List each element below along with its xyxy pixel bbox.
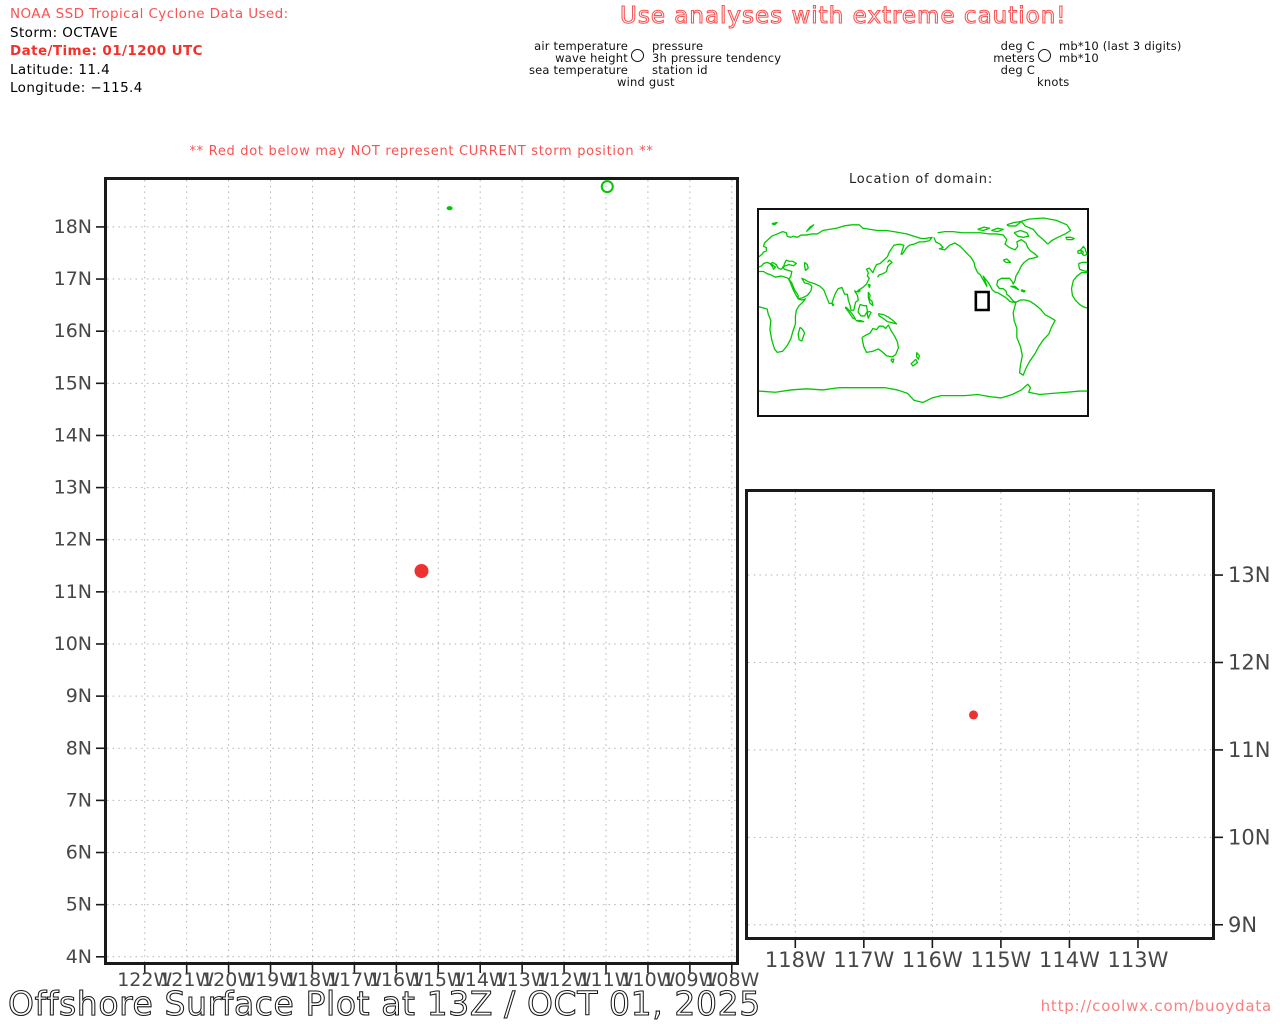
coastline (917, 352, 920, 359)
coastline (858, 290, 860, 292)
x-tick-label: 117W (833, 948, 894, 972)
info-storm: Storm: OCTAVE (10, 24, 119, 41)
legend-wind-units: knots (1037, 75, 1070, 89)
y-tick-label: 17N (54, 268, 92, 290)
coastline (1021, 218, 1070, 244)
coastline (991, 228, 1003, 231)
domain-box (976, 292, 989, 310)
island-marker (446, 206, 453, 211)
coastline (759, 225, 932, 310)
location-map-title: Location of domain: (848, 172, 994, 187)
y-tick-label: 10N (54, 633, 92, 655)
coastline (877, 260, 892, 277)
y-tick-label: 12N (1228, 650, 1270, 674)
storm-info-block: NOAA SSD Tropical Cyclone Data Used: Sto… (10, 5, 289, 98)
island-outline (600, 180, 614, 194)
coastline (759, 272, 805, 353)
location-map (757, 208, 1089, 417)
y-tick-label: 15N (54, 372, 92, 394)
storm-position-warning: ** Red dot below may NOT represent CURRE… (189, 144, 654, 159)
footer-title: Offshore Surface Plot at 13Z / OCT 01, 2… (7, 983, 760, 1023)
coastline (806, 225, 813, 232)
y-tick-label: 11N (54, 581, 92, 603)
station-circle-icon (1038, 49, 1051, 62)
y-tick-label: 8N (66, 737, 92, 759)
info-datetime: Date/Time: 01/1200 UTC (10, 43, 203, 60)
legend-tendency-units: mb*10 (1059, 51, 1099, 65)
x-tick-label: 116W (902, 948, 963, 972)
coastline (1078, 250, 1082, 253)
storm-dot (414, 564, 429, 578)
coastline (1003, 259, 1010, 262)
coastline (832, 303, 834, 305)
coastline (798, 327, 804, 341)
coastline (1013, 300, 1055, 375)
storm-dot (968, 710, 978, 720)
coastline (1079, 262, 1087, 271)
coastline (862, 325, 898, 357)
x-tick-label: 113W (1108, 948, 1169, 972)
y-tick-label: 9N (1228, 913, 1257, 937)
coastline (1014, 231, 1029, 238)
coastline (1007, 221, 1022, 226)
y-tick-label: 9N (66, 685, 92, 707)
coastline (868, 284, 870, 287)
buoy-plot-page: NOAA SSD Tropical Cyclone Data Used: Sto… (0, 0, 1280, 1024)
x-tick-label: 118W (765, 948, 826, 972)
y-tick-label: 12N (54, 529, 92, 551)
coastline (759, 384, 1087, 402)
caution-headline: Use analyses with extreme caution! (619, 2, 1067, 29)
coastline (1066, 237, 1074, 239)
info-latitude: Latitude: 11.4 (10, 61, 111, 78)
plot-border (745, 489, 1215, 940)
y-tick-label: 4N (66, 946, 92, 968)
coastline (867, 311, 871, 318)
x-tick-label: 115W (970, 948, 1031, 972)
coastline (868, 292, 873, 306)
coastline (911, 359, 917, 366)
buoydata-url-link[interactable]: http://coolwx.com/buoydata (1041, 997, 1272, 1015)
x-tick-label: 114W (1039, 948, 1100, 972)
y-tick-label: 14N (54, 424, 92, 446)
coastline (805, 262, 809, 270)
y-tick-label: 5N (66, 894, 92, 916)
legend-sea-temperature: sea temperature (528, 63, 628, 77)
station-circle-icon (631, 49, 644, 62)
y-tick-label: 11N (1228, 738, 1270, 762)
coastline (1010, 286, 1018, 289)
coastline (856, 320, 864, 321)
coastline (978, 227, 990, 230)
footer-title-text: Offshore Surface Plot at 13Z / OCT 01, 2… (8, 984, 761, 1023)
y-tick-label: 10N (1228, 825, 1270, 849)
y-tick-label: 13N (1228, 563, 1270, 587)
y-tick-label: 6N (66, 842, 92, 864)
main-surface-plot: 122W121W120W119W118W117W116W115W114W113W… (54, 177, 760, 991)
info-title: NOAA SSD Tropical Cyclone Data Used: (10, 6, 289, 22)
coastline (1072, 273, 1087, 308)
coastline (1021, 290, 1025, 292)
coastline (858, 305, 867, 316)
y-tick-label: 18N (54, 216, 92, 238)
coastline (772, 223, 777, 225)
zoom-surface-plot: 118W 117W 116W 115W 114W 113W 9N 10N 11N 12N 13N (745, 489, 1270, 972)
legend-sea-units: deg C (1000, 63, 1035, 77)
y-tick-label: 13N (54, 477, 92, 499)
caution-headline-text: Use analyses with extreme caution! (620, 3, 1067, 29)
y-tick-label: 16N (54, 320, 92, 342)
coastline (891, 359, 894, 362)
y-tick-label: 7N (66, 789, 92, 811)
info-longitude: Longitude: −115.4 (10, 80, 143, 97)
coastline (878, 314, 896, 324)
legend-wind-gust: wind gust (617, 75, 675, 89)
